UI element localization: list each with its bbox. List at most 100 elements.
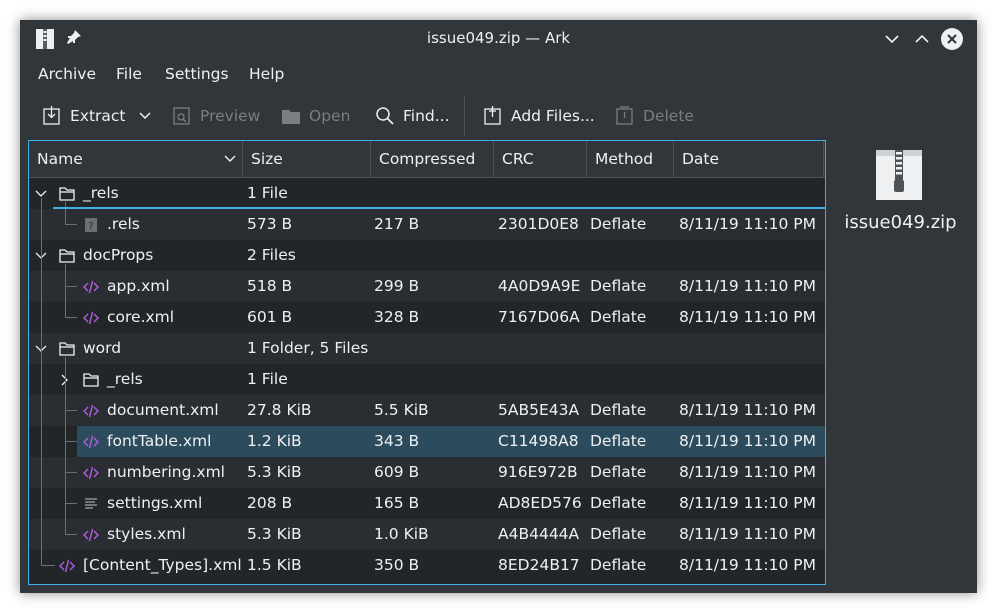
- table-row[interactable]: ? .rels 573 B 217 B 2301D0E8 Deflate 8/11/19 1…: [29, 209, 825, 240]
- archive-tree-view[interactable]: Name Size Compressed CRC Method Date _re…: [28, 140, 826, 585]
- cell-size: 5.3 KiB: [247, 463, 302, 481]
- file-name-label: styles.xml: [107, 525, 186, 543]
- cell-compressed: 165 B: [374, 494, 420, 512]
- xml-file-icon: [83, 311, 99, 324]
- add-files-icon: [484, 106, 501, 125]
- unknown-file-icon: ?: [85, 217, 97, 232]
- menu-settings[interactable]: Settings: [165, 65, 229, 83]
- xml-file-icon: [83, 435, 99, 448]
- cell-date: 8/11/19 11:10 PM: [679, 277, 816, 295]
- cell-method: Deflate: [590, 308, 647, 326]
- cell-crc: 916E972B: [498, 463, 578, 481]
- file-name-label: [Content_Types].xml: [83, 556, 242, 574]
- table-row[interactable]: core.xml 601 B 328 B 7167D06A Deflate 8/11/19…: [29, 302, 825, 333]
- file-name-label: fontTable.xml: [107, 432, 212, 450]
- cell-name: word: [59, 333, 121, 364]
- menu-help[interactable]: Help: [249, 65, 284, 83]
- tree-folder-row[interactable]: _rels 1 File: [29, 178, 825, 209]
- cell-size: 518 B: [247, 277, 293, 295]
- table-row[interactable]: settings.xml 208 B 165 B AD8ED576 Deflate 8/1…: [29, 488, 825, 519]
- xml-file-icon: [83, 404, 99, 417]
- cell-compressed: 217 B: [374, 215, 420, 233]
- file-name-label: _rels: [83, 184, 119, 202]
- maximize-chevron-up-icon[interactable]: [911, 28, 933, 50]
- cell-date: 8/11/19 11:10 PM: [679, 215, 816, 233]
- svg-text:?: ?: [88, 221, 93, 232]
- table-row[interactable]: fontTable.xml 1.2 KiB 343 B C11498A8 Deflate…: [77, 426, 825, 457]
- tree-folder-row[interactable]: docProps 2 Files: [29, 240, 825, 271]
- close-button[interactable]: [941, 28, 963, 50]
- extract-icon: [43, 106, 60, 125]
- column-header-name-label: Name: [37, 150, 83, 168]
- cell-compressed: 350 B: [374, 556, 420, 574]
- file-name-label: app.xml: [107, 277, 170, 295]
- menu-bar: Archive File Settings Help: [20, 63, 977, 89]
- add-files-button[interactable]: Add Files...: [483, 96, 595, 136]
- cell-method: Deflate: [590, 525, 647, 543]
- cell-crc: A4B4444A: [498, 525, 580, 543]
- file-name-label: core.xml: [107, 308, 175, 326]
- column-header-date[interactable]: Date: [674, 141, 824, 177]
- folder-icon: [59, 248, 75, 263]
- extract-dropdown-chevron-down-icon[interactable]: [138, 110, 152, 122]
- tree-guide-branch: [65, 410, 77, 411]
- cell-date: 8/11/19 11:10 PM: [679, 432, 816, 450]
- preview-button[interactable]: Preview: [172, 96, 260, 136]
- cell-size: 1.5 KiB: [247, 556, 302, 574]
- table-row[interactable]: styles.xml 5.3 KiB 1.0 KiB A4B4444A Deflate 8…: [29, 519, 825, 550]
- sort-chevron-down-icon: [224, 155, 236, 162]
- extract-button[interactable]: Extract: [42, 96, 126, 136]
- file-name-label: word: [83, 339, 122, 357]
- column-header-method[interactable]: Method: [587, 141, 674, 177]
- open-button[interactable]: Open: [281, 96, 350, 136]
- tree-folder-row[interactable]: word 1 Folder, 5 Files: [29, 333, 825, 364]
- file-name-label: _rels: [107, 370, 143, 388]
- cell-size: 573 B: [247, 215, 293, 233]
- cell-compressed: 328 B: [374, 308, 420, 326]
- table-row[interactable]: document.xml 27.8 KiB 5.5 KiB 5AB5E43A Defla…: [29, 395, 825, 426]
- cell-name: _rels: [59, 178, 119, 209]
- column-header-compressed[interactable]: Compressed: [371, 141, 494, 177]
- find-button[interactable]: Find...: [375, 96, 450, 136]
- cell-date: 8/11/19 11:10 PM: [679, 463, 816, 481]
- xml-file-icon: [59, 559, 75, 572]
- menu-file[interactable]: File: [116, 65, 142, 83]
- cell-method: Deflate: [590, 494, 647, 512]
- file-name-label: numbering.xml: [107, 463, 225, 481]
- archive-file-name: issue049.zip: [844, 212, 957, 233]
- xml-file-icon: [83, 280, 99, 293]
- cell-name: styles.xml: [83, 519, 186, 550]
- delete-button[interactable]: Delete: [615, 96, 694, 136]
- cell-method: Deflate: [590, 401, 647, 419]
- minimize-chevron-down-icon[interactable]: [881, 28, 903, 50]
- cell-size: 1.2 KiB: [247, 432, 302, 450]
- add-files-label: Add Files...: [511, 107, 595, 125]
- title-bar[interactable]: issue049.zip — Ark: [20, 20, 977, 58]
- column-header-name[interactable]: Name: [29, 141, 243, 177]
- column-header-size[interactable]: Size: [243, 141, 371, 177]
- cell-compressed: 343 B: [374, 432, 420, 450]
- tree-guide-child: [65, 202, 66, 224]
- tree-folder-row[interactable]: _rels 1 File: [29, 364, 825, 395]
- table-row[interactable]: numbering.xml 5.3 KiB 609 B 916E972B Deflate…: [29, 457, 825, 488]
- menu-archive[interactable]: Archive: [38, 65, 96, 83]
- table-row[interactable]: [Content_Types].xml 1.5 KiB 350 B 8ED24B17 D…: [29, 550, 825, 581]
- extract-label: Extract: [70, 107, 126, 125]
- tree-guide-branch: [65, 286, 77, 287]
- cell-size: 601 B: [247, 308, 293, 326]
- cell-name: fontTable.xml: [83, 426, 211, 457]
- table-row[interactable]: app.xml 518 B 299 B 4A0D9A9E Deflate 8/11/19 …: [29, 271, 825, 302]
- file-name-label: document.xml: [107, 401, 219, 419]
- cell-crc: 2301D0E8: [498, 215, 579, 233]
- cell-name: _rels: [83, 364, 143, 395]
- tree-guide-branch: [65, 317, 77, 318]
- folder-open-icon: [282, 110, 300, 124]
- preview-label: Preview: [200, 107, 261, 125]
- column-header-crc[interactable]: CRC: [494, 141, 587, 177]
- cell-crc: AD8ED576: [498, 494, 582, 512]
- file-name-label: settings.xml: [107, 494, 203, 512]
- cell-method: Deflate: [590, 432, 647, 450]
- ark-window: issue049.zip — Ark Archive File Settings…: [20, 20, 977, 593]
- cell-size: 5.3 KiB: [247, 525, 302, 543]
- find-label: Find...: [403, 107, 450, 125]
